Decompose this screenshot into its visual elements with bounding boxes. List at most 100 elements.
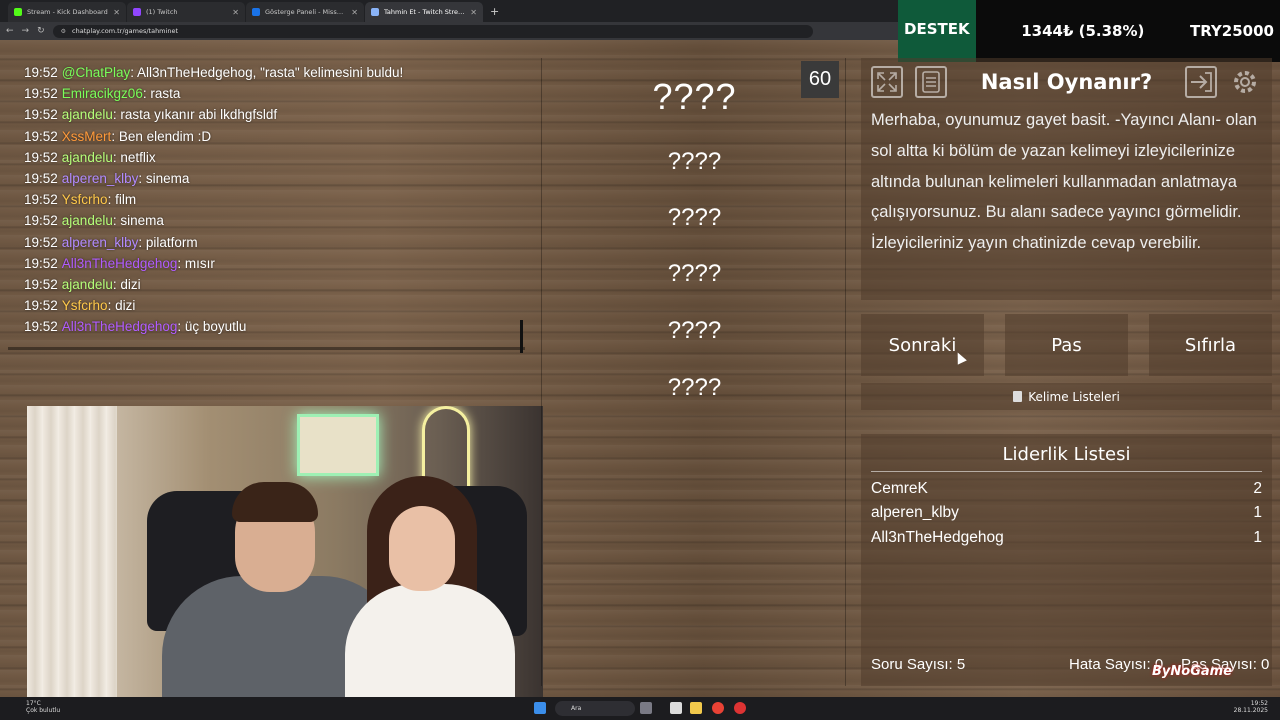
close-tab-icon[interactable]: ✕ bbox=[113, 8, 120, 17]
question-count: Soru Sayısı: 5 bbox=[871, 656, 966, 673]
leaderboard-panel: Liderlik Listesi CemreK 2 alperen_klby 1… bbox=[861, 434, 1272, 686]
chat-time: 19:52 bbox=[24, 319, 58, 335]
leaderboard-name: alperen_klby bbox=[871, 504, 959, 521]
chat-message: 19:52 Emiracikgz06: rasta bbox=[24, 83, 509, 104]
chat-username[interactable]: XssMert bbox=[62, 129, 112, 144]
streamer-right-head bbox=[389, 506, 455, 591]
exit-icon[interactable] bbox=[1185, 66, 1217, 98]
task-view-icon[interactable] bbox=[640, 702, 652, 714]
chat-text: : All3nTheHedgehog, "rasta" kelimesini b… bbox=[130, 65, 404, 80]
leaderboard-score: 1 bbox=[1253, 504, 1262, 521]
close-tab-icon[interactable]: ✕ bbox=[351, 8, 358, 17]
taskbar-clock[interactable]: 19:52 28.11.2025 bbox=[1234, 700, 1268, 714]
weather-widget[interactable]: 17°C Çok bulutlu bbox=[26, 700, 60, 714]
chat-username[interactable]: Ysfcrho bbox=[62, 298, 108, 313]
hidden-word: ???? bbox=[667, 148, 722, 175]
chat-scroll-handle[interactable] bbox=[520, 320, 523, 353]
leaderboard-score: 1 bbox=[1253, 529, 1262, 546]
chat-time: 19:52 bbox=[24, 192, 58, 208]
new-tab-icon[interactable]: + bbox=[484, 2, 505, 22]
chat-username[interactable]: ajandelu bbox=[62, 107, 113, 122]
site-info-icon[interactable]: ⚙ bbox=[61, 28, 66, 35]
error-count: Hata Sayısı: 0 bbox=[1069, 656, 1164, 673]
chat-text: : mısır bbox=[177, 255, 215, 271]
chat-message: 19:52 @ChatPlay: All3nTheHedgehog, "rasta… bbox=[24, 62, 509, 83]
folder-icon[interactable] bbox=[690, 702, 702, 714]
word-lists-button[interactable]: Kelime Listeleri bbox=[861, 383, 1272, 410]
leaderboard-row: alperen_klby 1 bbox=[871, 504, 1262, 522]
chat-message: 19:52 ajandelu: sinema bbox=[24, 210, 509, 231]
chat-text: : pilatform bbox=[138, 234, 198, 250]
ticker-goal: TRY25000 bbox=[1189, 22, 1274, 40]
chat-time: 19:52 bbox=[24, 277, 58, 293]
chat-message: 19:52 All3nTheHedgehog: mısır bbox=[24, 253, 509, 274]
chat-text: : rasta bbox=[142, 86, 181, 102]
leaderboard-row: All3nTheHedgehog 1 bbox=[871, 529, 1262, 547]
obs-icon[interactable] bbox=[734, 702, 746, 714]
chat-time: 19:52 bbox=[24, 86, 58, 102]
gear-icon[interactable] bbox=[1229, 66, 1261, 98]
clipboard-icon bbox=[1013, 391, 1023, 402]
chat-message: 19:52 XssMert: Ben elendim :D bbox=[24, 126, 509, 147]
browser-tab[interactable]: (1) Twitch ✕ bbox=[127, 2, 245, 22]
tab-title: Stream - Kick Dashboard bbox=[27, 8, 108, 16]
chat-time: 19:52 bbox=[24, 149, 58, 165]
close-tab-icon[interactable]: ✕ bbox=[232, 8, 239, 17]
chat-message: 19:52 Ysfcrho: dizi bbox=[24, 295, 509, 316]
chat-time: 19:52 bbox=[24, 234, 58, 250]
chat-text: : sinema bbox=[138, 171, 190, 187]
taskbar: 17°C Çok bulutlu Ara 19:52 28.11.2025 bbox=[0, 697, 1280, 720]
clock-date: 28.11.2025 bbox=[1233, 707, 1268, 714]
chat-time: 19:52 bbox=[24, 128, 58, 144]
browser-tab[interactable]: Gösterge Paneli - MissKss Al B... ✕ bbox=[246, 2, 364, 22]
chat-text: : sinema bbox=[112, 213, 164, 229]
chat-time: 19:52 bbox=[24, 65, 58, 80]
chat-username[interactable]: alperen_klby bbox=[62, 235, 139, 250]
timer: 60 bbox=[801, 61, 839, 98]
word-column: ???? ???? ???? ???? ???? ???? bbox=[541, 58, 846, 686]
chat-username[interactable]: All3nTheHedgehog bbox=[62, 319, 178, 334]
word-lists-label: Kelime Listeleri bbox=[1028, 389, 1120, 404]
chrome-icon[interactable] bbox=[712, 702, 724, 714]
webcam-feed bbox=[27, 406, 543, 698]
led-sign bbox=[297, 414, 379, 476]
chat-username[interactable]: Emiracikgz06 bbox=[62, 86, 143, 101]
address-bar[interactable]: ⚙ chatplay.com.tr/games/tahminet bbox=[52, 24, 813, 38]
leaderboard-score: 2 bbox=[1253, 480, 1262, 497]
leaderboard-name: All3nTheHedgehog bbox=[871, 529, 1004, 546]
leaderboard-title: Liderlik Listesi bbox=[871, 444, 1262, 472]
browser-toolbar: ← → ↻ ⚙ chatplay.com.tr/games/tahminet bbox=[0, 22, 900, 40]
chat-username[interactable]: ajandelu bbox=[62, 213, 113, 228]
ticker-label-box: DESTEK bbox=[898, 0, 976, 62]
tab-title: (1) Twitch bbox=[146, 8, 178, 16]
curtain bbox=[27, 406, 117, 698]
back-icon[interactable]: ← bbox=[6, 26, 14, 36]
chat-username[interactable]: ajandelu bbox=[62, 277, 113, 292]
taskbar-search[interactable]: Ara bbox=[555, 701, 635, 716]
weather-temp: 17°C bbox=[26, 700, 41, 707]
chat-text: : Ben elendim :D bbox=[111, 128, 212, 144]
hidden-word: ???? bbox=[667, 374, 722, 401]
chat-username[interactable]: ajandelu bbox=[62, 150, 113, 165]
next-button[interactable]: Sonraki bbox=[861, 314, 984, 376]
chat-text: : dizi bbox=[112, 277, 141, 293]
pass-button[interactable]: Pas bbox=[1005, 314, 1128, 376]
browser-tab[interactable]: Stream - Kick Dashboard ✕ bbox=[8, 2, 126, 22]
browser-tab[interactable]: Tahmin Et - Twitch Stream Gam... ✕ bbox=[365, 2, 483, 22]
chat-username[interactable]: @ChatPlay bbox=[62, 65, 130, 80]
reload-icon[interactable]: ↻ bbox=[37, 26, 45, 36]
close-tab-icon[interactable]: ✕ bbox=[470, 8, 477, 17]
chat-message: 19:52 ajandelu: netflix bbox=[24, 147, 509, 168]
help-text: Merhaba, oyunumuz gayet basit. -Yayıncı … bbox=[871, 111, 1257, 253]
reset-button[interactable]: Sıfırla bbox=[1149, 314, 1272, 376]
chat-message: 19:52 ajandelu: rasta yıkanır abi lkdhgfs… bbox=[24, 104, 509, 125]
explorer-icon[interactable] bbox=[670, 702, 682, 714]
chat-panel: 19:52 @ChatPlay: All3nTheHedgehog, "rasta… bbox=[8, 58, 525, 350]
chat-username[interactable]: alperen_klby bbox=[62, 171, 139, 186]
chat-username[interactable]: All3nTheHedgehog bbox=[62, 256, 178, 271]
windows-start-icon[interactable] bbox=[534, 702, 546, 714]
forward-icon[interactable]: → bbox=[22, 26, 30, 36]
chat-text: : dizi bbox=[107, 298, 136, 314]
leaderboard-row: CemreK 2 bbox=[871, 480, 1262, 498]
chat-username[interactable]: Ysfcrho bbox=[62, 192, 108, 207]
